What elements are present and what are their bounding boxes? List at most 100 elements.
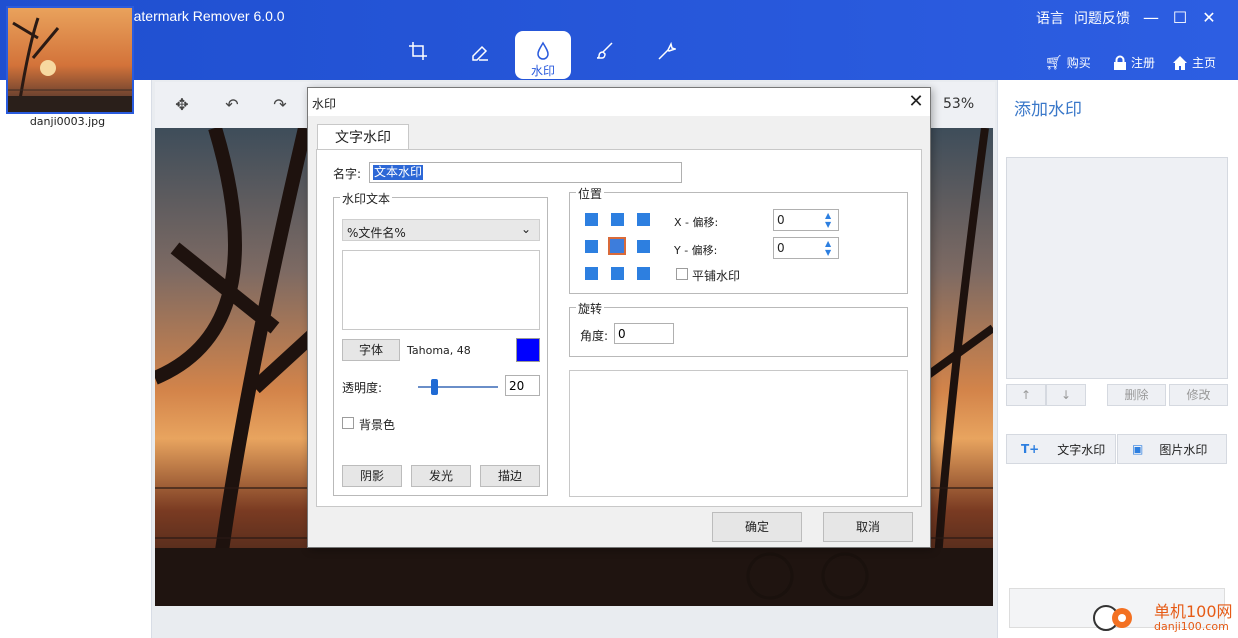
watermark-tab-label: 水印: [530, 64, 555, 78]
position-center[interactable]: [608, 237, 626, 255]
cart-icon: 🛒︎: [1045, 54, 1063, 71]
dialog-close-icon[interactable]: ✕: [904, 90, 928, 114]
add-text-watermark-label: 文字水印: [1057, 442, 1106, 457]
text-color-swatch[interactable]: [516, 338, 540, 362]
watermark-preview-box: [569, 370, 908, 497]
watermark-text-group-title: 水印文本: [340, 190, 393, 207]
rotate-group-title: 旋转: [576, 300, 605, 317]
opacity-slider-thumb[interactable]: [431, 379, 438, 395]
glow-button[interactable]: 发光: [411, 465, 471, 487]
chevron-down-icon: ⌄: [520, 222, 531, 236]
spin-up-icon[interactable]: ▲: [825, 240, 835, 248]
arrow-up-icon: ↑: [1020, 388, 1032, 402]
stroke-button[interactable]: 描边: [480, 465, 540, 487]
opacity-field[interactable]: [505, 375, 540, 396]
watermark-text-area[interactable]: [342, 250, 540, 330]
image-add-icon: ▣: [1132, 442, 1144, 456]
tab-text-watermark[interactable]: 文字水印: [317, 124, 409, 150]
rotate-left-icon[interactable]: ↶: [220, 95, 244, 117]
close-window-button[interactable]: ✕: [1196, 6, 1222, 30]
y-offset-label: Y - 偏移:: [674, 244, 718, 257]
home-icon: [1173, 55, 1187, 70]
background-color-checkbox[interactable]: [342, 417, 354, 429]
position-top-center[interactable]: [611, 213, 624, 226]
thumbnail-image: [8, 17, 132, 112]
y-offset-value: 0: [777, 241, 785, 255]
watermark-dialog: 水印 ✕ 文字水印 名字: 文本水印 水印文本 %文件名% ⌄ 字体 Tahom…: [307, 87, 931, 548]
thumbnail-filename: danji0003.jpg: [29, 115, 106, 128]
image-thumbnail[interactable]: [6, 6, 134, 114]
watermark-tool-tab[interactable]: 水印: [515, 31, 571, 79]
font-button[interactable]: 字体: [342, 339, 400, 361]
x-offset-spinner[interactable]: 0 ▲ ▼: [773, 209, 839, 231]
y-offset-spinner[interactable]: 0 ▲ ▼: [773, 237, 839, 259]
add-image-watermark-label: 图片水印: [1159, 442, 1208, 457]
position-bottom-right[interactable]: [637, 267, 650, 280]
crop-icon: [409, 42, 427, 60]
register-link[interactable]: 注册: [1113, 54, 1155, 71]
site-logo-icon: [1093, 605, 1132, 631]
register-label: 注册: [1131, 56, 1156, 70]
dialog-titlebar: [308, 88, 930, 116]
dialog-tab-panel: 名字: 文本水印 水印文本 %文件名% ⌄ 字体 Tahoma, 48 透明度:…: [316, 149, 922, 507]
cancel-button[interactable]: 取消: [823, 512, 913, 542]
position-middle-left[interactable]: [585, 240, 598, 253]
position-group: 位置 X - 偏移: 0 ▲ ▼ Y - 偏移: 0 ▲ ▼ 平铺水印: [569, 185, 908, 294]
home-link[interactable]: 主页: [1172, 54, 1216, 71]
move-icon[interactable]: ✥: [170, 95, 194, 117]
name-selected-text: 文本水印: [373, 165, 424, 180]
add-text-watermark-button[interactable]: T+ 文字水印: [1006, 434, 1116, 464]
position-bottom-left[interactable]: [585, 267, 598, 280]
water-drop-icon: [537, 41, 549, 60]
file-list-panel: [0, 80, 152, 638]
maximize-window-button[interactable]: ☐: [1167, 6, 1193, 30]
position-bottom-center[interactable]: [611, 267, 624, 280]
watermark-list[interactable]: [1006, 157, 1228, 379]
position-top-left[interactable]: [585, 213, 598, 226]
text-add-icon: T+: [1021, 442, 1040, 456]
font-description: Tahoma, 48: [407, 344, 471, 357]
menu-language[interactable]: 语言: [1036, 8, 1064, 28]
watermark-text-select-value: %文件名%: [347, 226, 406, 240]
position-middle-right[interactable]: [637, 240, 650, 253]
spin-up-icon[interactable]: ▲: [825, 212, 835, 220]
opacity-slider[interactable]: [418, 379, 498, 395]
position-top-right[interactable]: [637, 213, 650, 226]
spin-down-icon[interactable]: ▼: [825, 221, 835, 229]
brush-icon: [596, 42, 613, 59]
crop-tool-tab[interactable]: [390, 31, 446, 79]
dialog-title: 水印: [312, 97, 337, 111]
zoom-level: 53%: [943, 96, 975, 112]
tile-watermark-label: 平铺水印: [692, 269, 741, 283]
add-image-watermark-button[interactable]: ▣ 图片水印: [1117, 434, 1227, 464]
angle-field[interactable]: [614, 323, 674, 344]
move-up-button[interactable]: ↑: [1006, 384, 1046, 406]
tile-watermark-checkbox[interactable]: [676, 268, 688, 280]
menu-feedback[interactable]: 问题反馈: [1074, 8, 1130, 28]
site-watermark-logo: 单机100网 danji100.com: [1092, 598, 1238, 638]
lock-icon: [1114, 55, 1126, 70]
position-group-title: 位置: [576, 185, 605, 202]
brush-tool-tab[interactable]: [577, 31, 633, 79]
watermark-text-group: 水印文本 %文件名% ⌄ 字体 Tahoma, 48 透明度: 背景色 阴影 发…: [333, 190, 548, 496]
buy-label: 购买: [1066, 56, 1091, 70]
modify-button[interactable]: 修改: [1169, 384, 1228, 406]
move-down-button[interactable]: ↓: [1046, 384, 1086, 406]
home-label: 主页: [1192, 56, 1217, 70]
delete-button[interactable]: 删除: [1107, 384, 1166, 406]
watermark-text-select[interactable]: %文件名% ⌄: [342, 219, 540, 241]
rotate-group: 旋转 角度:: [569, 300, 908, 357]
shadow-button[interactable]: 阴影: [342, 465, 402, 487]
add-watermark-title: 添加水印: [1014, 100, 1082, 120]
site-name-cn: 单机100网: [1154, 602, 1233, 621]
rotate-right-icon[interactable]: ↷: [268, 95, 292, 117]
minimize-window-button[interactable]: —: [1138, 6, 1164, 30]
spin-down-icon[interactable]: ▼: [825, 249, 835, 257]
buy-link[interactable]: 🛒︎ 购买: [1045, 54, 1091, 71]
ok-button[interactable]: 确定: [712, 512, 802, 542]
name-label: 名字:: [333, 167, 362, 181]
x-offset-value: 0: [777, 213, 785, 227]
eraser-tool-tab[interactable]: [452, 31, 508, 79]
x-offset-label: X - 偏移:: [674, 216, 719, 229]
magic-wand-tool-tab[interactable]: [638, 31, 694, 79]
